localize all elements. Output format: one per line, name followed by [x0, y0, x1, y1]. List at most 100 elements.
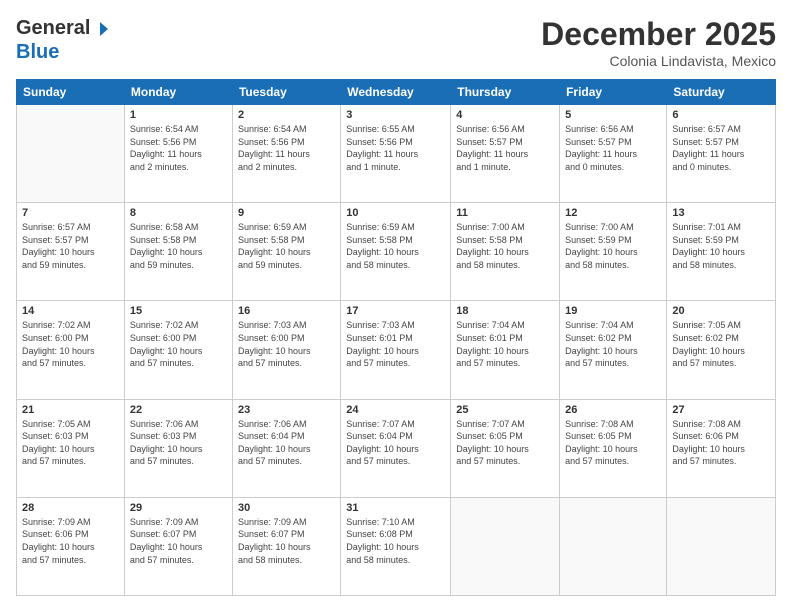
calendar-day-cell: 20 Sunrise: 7:05 AM Sunset: 6:02 PM Dayli… [667, 301, 776, 399]
calendar-day-cell: 4 Sunrise: 6:56 AM Sunset: 5:57 PM Daylig… [451, 105, 560, 203]
day-number: 22 [130, 404, 227, 416]
day-number: 11 [456, 207, 554, 219]
calendar-week-row: 21 Sunrise: 7:05 AM Sunset: 6:03 PM Dayli… [17, 399, 776, 497]
day-info: Sunrise: 6:55 AM Sunset: 5:56 PM Dayligh… [346, 123, 445, 173]
calendar-day-cell: 25Sunrise: 7:07 AM Sunset: 6:05 PM Dayli… [451, 399, 560, 497]
calendar-day-cell: 10 Sunrise: 6:59 AM Sunset: 5:58 PM Dayli… [341, 203, 451, 301]
calendar-table: SundayMondayTuesdayWednesdayThursdayFrid… [16, 79, 776, 596]
day-number: 9 [238, 207, 335, 219]
day-info: Sunrise: 6:54 AM Sunset: 5:56 PM Dayligh… [238, 123, 335, 173]
calendar-day-cell: 7 Sunrise: 6:57 AM Sunset: 5:57 PM Daylig… [17, 203, 125, 301]
day-number: 14 [22, 305, 119, 317]
calendar-header-cell: Saturday [667, 80, 776, 105]
calendar-day-cell: 15 Sunrise: 7:02 AM Sunset: 6:00 PM Dayli… [124, 301, 232, 399]
calendar-header-cell: Tuesday [232, 80, 340, 105]
day-number: 16 [238, 305, 335, 317]
calendar-header-cell: Friday [560, 80, 667, 105]
day-number: 5 [565, 109, 661, 121]
calendar-day-cell: 5 Sunrise: 6:56 AM Sunset: 5:57 PM Daylig… [560, 105, 667, 203]
page: GeneralBlue December 2025 Colonia Lindav… [0, 0, 792, 612]
calendar-day-cell: 13Sunrise: 7:01 AM Sunset: 5:59 PM Dayli… [667, 203, 776, 301]
day-info: Sunrise: 7:05 AM Sunset: 6:02 PM Dayligh… [672, 319, 770, 369]
day-info: Sunrise: 6:59 AM Sunset: 5:58 PM Dayligh… [346, 221, 445, 271]
logo-text: GeneralBlue [16, 16, 108, 64]
calendar-day-cell: 16 Sunrise: 7:03 AM Sunset: 6:00 PM Dayli… [232, 301, 340, 399]
day-number: 28 [22, 502, 119, 514]
calendar-day-cell: 28 Sunrise: 7:09 AM Sunset: 6:06 PM Dayli… [17, 497, 125, 595]
day-info: Sunrise: 7:08 AM Sunset: 6:06 PM Dayligh… [672, 418, 770, 468]
day-info: Sunrise: 6:57 AM Sunset: 5:57 PM Dayligh… [22, 221, 119, 271]
day-number: 12 [565, 207, 661, 219]
day-number: 3 [346, 109, 445, 121]
calendar-day-cell: 29Sunrise: 7:09 AM Sunset: 6:07 PM Dayli… [124, 497, 232, 595]
calendar-day-cell [451, 497, 560, 595]
calendar-day-cell: 19Sunrise: 7:04 AM Sunset: 6:02 PM Dayli… [560, 301, 667, 399]
calendar-day-cell: 1Sunrise: 6:54 AM Sunset: 5:56 PM Daylig… [124, 105, 232, 203]
calendar-subtitle: Colonia Lindavista, Mexico [541, 53, 776, 69]
day-number: 4 [456, 109, 554, 121]
day-info: Sunrise: 6:54 AM Sunset: 5:56 PM Dayligh… [130, 123, 227, 173]
day-info: Sunrise: 7:09 AM Sunset: 6:06 PM Dayligh… [22, 516, 119, 566]
calendar-day-cell: 9 Sunrise: 6:59 AM Sunset: 5:58 PM Daylig… [232, 203, 340, 301]
calendar-day-cell: 6Sunrise: 6:57 AM Sunset: 5:57 PM Daylig… [667, 105, 776, 203]
day-info: Sunrise: 7:04 AM Sunset: 6:01 PM Dayligh… [456, 319, 554, 369]
day-info: Sunrise: 7:00 AM Sunset: 5:58 PM Dayligh… [456, 221, 554, 271]
day-number: 24 [346, 404, 445, 416]
day-info: Sunrise: 7:05 AM Sunset: 6:03 PM Dayligh… [22, 418, 119, 468]
calendar-day-cell: 26 Sunrise: 7:08 AM Sunset: 6:05 PM Dayli… [560, 399, 667, 497]
calendar-week-row: 28 Sunrise: 7:09 AM Sunset: 6:06 PM Dayli… [17, 497, 776, 595]
calendar-day-cell: 18 Sunrise: 7:04 AM Sunset: 6:01 PM Dayli… [451, 301, 560, 399]
day-info: Sunrise: 6:59 AM Sunset: 5:58 PM Dayligh… [238, 221, 335, 271]
calendar-header-cell: Thursday [451, 80, 560, 105]
day-info: Sunrise: 7:03 AM Sunset: 6:00 PM Dayligh… [238, 319, 335, 369]
calendar-day-cell: 23Sunrise: 7:06 AM Sunset: 6:04 PM Dayli… [232, 399, 340, 497]
day-info: Sunrise: 7:00 AM Sunset: 5:59 PM Dayligh… [565, 221, 661, 271]
calendar-day-cell: 30 Sunrise: 7:09 AM Sunset: 6:07 PM Dayli… [232, 497, 340, 595]
day-info: Sunrise: 7:10 AM Sunset: 6:08 PM Dayligh… [346, 516, 445, 566]
calendar-header-cell: Monday [124, 80, 232, 105]
day-number: 26 [565, 404, 661, 416]
calendar-week-row: 14 Sunrise: 7:02 AM Sunset: 6:00 PM Dayli… [17, 301, 776, 399]
calendar-week-row: 7 Sunrise: 6:57 AM Sunset: 5:57 PM Daylig… [17, 203, 776, 301]
calendar-day-cell: 21 Sunrise: 7:05 AM Sunset: 6:03 PM Dayli… [17, 399, 125, 497]
day-info: Sunrise: 6:57 AM Sunset: 5:57 PM Dayligh… [672, 123, 770, 173]
calendar-day-cell: 31Sunrise: 7:10 AM Sunset: 6:08 PM Dayli… [341, 497, 451, 595]
calendar-week-row: 1Sunrise: 6:54 AM Sunset: 5:56 PM Daylig… [17, 105, 776, 203]
day-number: 27 [672, 404, 770, 416]
day-number: 18 [456, 305, 554, 317]
day-number: 7 [22, 207, 119, 219]
calendar-day-cell: 2 Sunrise: 6:54 AM Sunset: 5:56 PM Daylig… [232, 105, 340, 203]
day-number: 10 [346, 207, 445, 219]
calendar-day-cell [560, 497, 667, 595]
calendar-day-cell: 24 Sunrise: 7:07 AM Sunset: 6:04 PM Dayli… [341, 399, 451, 497]
day-number: 23 [238, 404, 335, 416]
day-number: 20 [672, 305, 770, 317]
day-info: Sunrise: 7:01 AM Sunset: 5:59 PM Dayligh… [672, 221, 770, 271]
day-info: Sunrise: 7:02 AM Sunset: 6:00 PM Dayligh… [130, 319, 227, 369]
calendar-day-cell: 3 Sunrise: 6:55 AM Sunset: 5:56 PM Daylig… [341, 105, 451, 203]
calendar-header-row: SundayMondayTuesdayWednesdayThursdayFrid… [17, 80, 776, 105]
day-info: Sunrise: 7:09 AM Sunset: 6:07 PM Dayligh… [130, 516, 227, 566]
day-info: Sunrise: 7:08 AM Sunset: 6:05 PM Dayligh… [565, 418, 661, 468]
calendar-title: December 2025 [541, 16, 776, 53]
calendar-day-cell: 17Sunrise: 7:03 AM Sunset: 6:01 PM Dayli… [341, 301, 451, 399]
day-info: Sunrise: 7:09 AM Sunset: 6:07 PM Dayligh… [238, 516, 335, 566]
day-number: 21 [22, 404, 119, 416]
day-info: Sunrise: 6:58 AM Sunset: 5:58 PM Dayligh… [130, 221, 227, 271]
calendar-day-cell: 14 Sunrise: 7:02 AM Sunset: 6:00 PM Dayli… [17, 301, 125, 399]
day-info: Sunrise: 7:07 AM Sunset: 6:04 PM Dayligh… [346, 418, 445, 468]
calendar-header-cell: Wednesday [341, 80, 451, 105]
day-number: 30 [238, 502, 335, 514]
day-number: 2 [238, 109, 335, 121]
logo: GeneralBlue [16, 16, 108, 64]
calendar-day-cell: 8 Sunrise: 6:58 AM Sunset: 5:58 PM Daylig… [124, 203, 232, 301]
day-number: 19 [565, 305, 661, 317]
calendar-header-cell: Sunday [17, 80, 125, 105]
day-info: Sunrise: 6:56 AM Sunset: 5:57 PM Dayligh… [456, 123, 554, 173]
day-number: 15 [130, 305, 227, 317]
calendar-day-cell: 22Sunrise: 7:06 AM Sunset: 6:03 PM Dayli… [124, 399, 232, 497]
day-number: 8 [130, 207, 227, 219]
day-number: 17 [346, 305, 445, 317]
day-info: Sunrise: 7:02 AM Sunset: 6:00 PM Dayligh… [22, 319, 119, 369]
day-info: Sunrise: 6:56 AM Sunset: 5:57 PM Dayligh… [565, 123, 661, 173]
